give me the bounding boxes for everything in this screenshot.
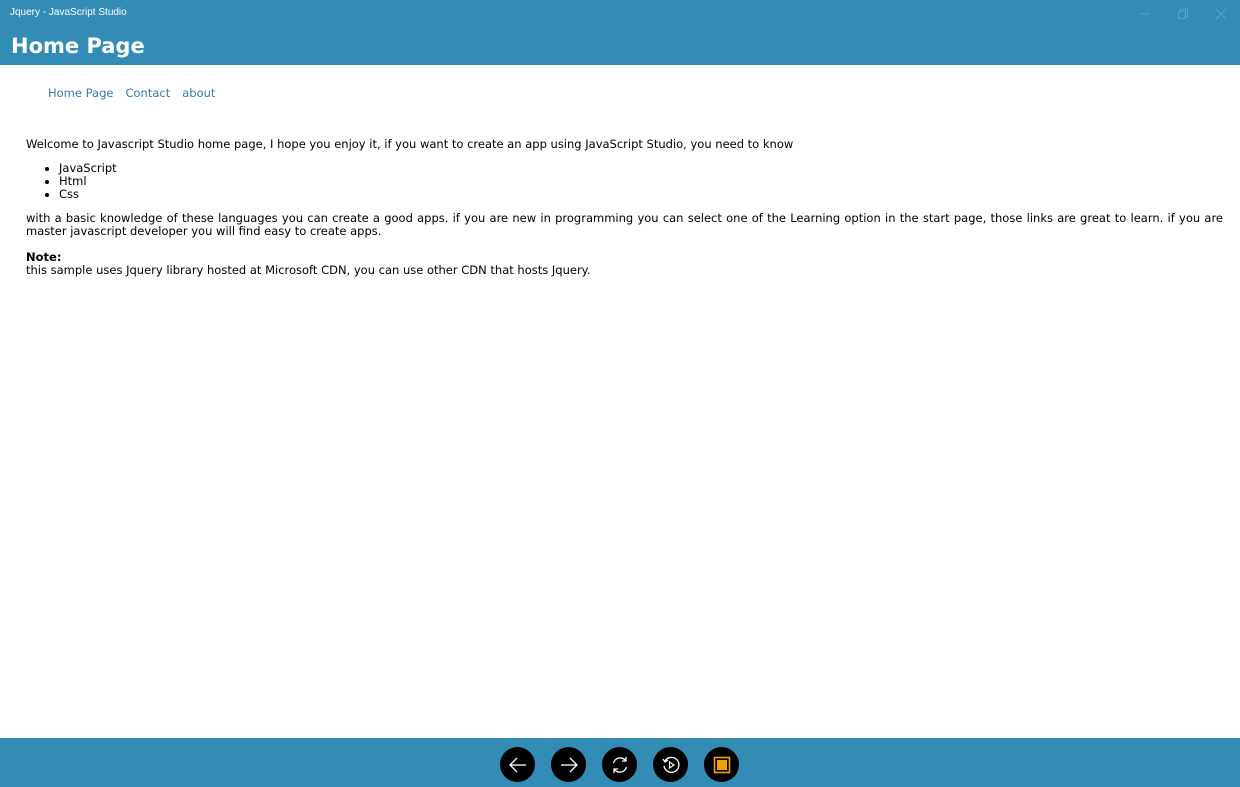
refresh-button[interactable] xyxy=(602,747,637,782)
list-item: Html xyxy=(59,175,1223,188)
nav-link-about[interactable]: about xyxy=(182,86,215,100)
arrow-right-icon xyxy=(560,757,578,772)
basic-knowledge-text: with a basic knowledge of these language… xyxy=(26,211,1223,238)
minimize-button[interactable] xyxy=(1126,0,1164,28)
languages-list: JavaScript Html Css xyxy=(26,162,1223,201)
replay-button[interactable] xyxy=(653,747,688,782)
stop-icon xyxy=(713,756,730,773)
bottom-toolbar xyxy=(0,738,1240,787)
stop-button[interactable] xyxy=(704,747,739,782)
main-content: Welcome to Javascript Studio home page, … xyxy=(26,138,1223,277)
refresh-icon xyxy=(612,756,627,773)
restore-button[interactable] xyxy=(1164,0,1202,28)
arrow-left-icon xyxy=(508,757,526,772)
title-bar: Jquery - JavaScript Studio xyxy=(0,0,1240,28)
restore-icon xyxy=(1178,9,1188,19)
close-icon xyxy=(1216,9,1226,19)
close-button[interactable] xyxy=(1202,0,1240,28)
forward-button[interactable] xyxy=(551,747,586,782)
page-title: Home Page xyxy=(11,34,145,58)
nav-link-home-page[interactable]: Home Page xyxy=(48,86,113,100)
minimize-icon xyxy=(1140,13,1150,15)
welcome-text: Welcome to Javascript Studio home page, … xyxy=(26,137,794,151)
replay-icon xyxy=(661,756,680,773)
app-window: Jquery - JavaScript Studio Home Page Hom… xyxy=(0,0,1240,787)
window-title: Jquery - JavaScript Studio xyxy=(10,7,127,18)
page-header: Home Page xyxy=(0,28,1240,65)
list-item: JavaScript xyxy=(59,162,1223,175)
nav-link-contact[interactable]: Contact xyxy=(125,86,170,100)
back-button[interactable] xyxy=(500,747,535,782)
list-item: Css xyxy=(59,188,1223,201)
nav-bar: Home Page Contact about xyxy=(48,86,227,100)
note-text: this sample uses Jquery library hosted a… xyxy=(26,263,591,277)
window-controls xyxy=(1126,0,1240,28)
